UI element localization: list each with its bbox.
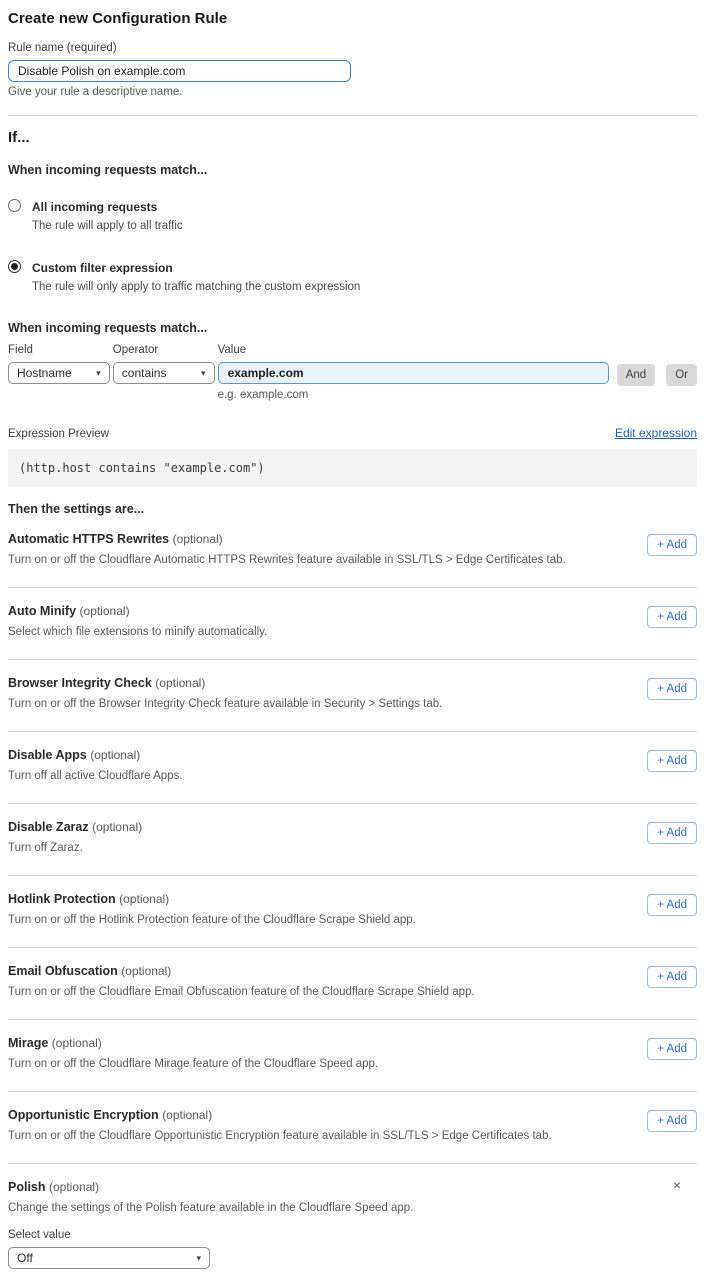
chevron-down-icon: ▾	[96, 369, 101, 378]
rule-name-label: Rule name (required)	[8, 42, 697, 54]
add-disable-zaraz-button[interactable]: + Add	[647, 822, 697, 844]
setting-title: Opportunistic Encryption (optional)	[8, 1108, 552, 1122]
setting-description: Turn on or off the Cloudflare Email Obfu…	[8, 986, 475, 998]
setting-name: Opportunistic Encryption	[8, 1108, 159, 1122]
optional-tag: (optional)	[49, 1180, 99, 1194]
radio-selected-icon[interactable]	[8, 260, 21, 273]
setting-name: Email Obfuscation	[8, 964, 118, 978]
if-heading: If...	[8, 129, 697, 146]
setting-name: Disable Zaraz	[8, 820, 89, 834]
optional-tag: (optional)	[173, 532, 223, 546]
optional-tag: (optional)	[90, 748, 140, 762]
optional-tag: (optional)	[92, 820, 142, 834]
setting-row-email-obfuscation: Email Obfuscation (optional) Turn on or …	[8, 948, 697, 1020]
field-label: Field	[8, 344, 110, 356]
operator-select-value: contains	[122, 366, 167, 380]
field-select[interactable]: Hostname ▾	[8, 362, 110, 384]
chevron-down-icon: ▾	[196, 1254, 201, 1263]
setting-name: Browser Integrity Check	[8, 676, 152, 690]
setting-title: Mirage (optional)	[8, 1036, 378, 1050]
and-button[interactable]: And	[617, 364, 655, 386]
setting-title: Browser Integrity Check (optional)	[8, 676, 442, 690]
add-auto-minify-button[interactable]: + Add	[647, 606, 697, 628]
optional-tag: (optional)	[80, 604, 130, 618]
setting-title: Disable Apps (optional)	[8, 748, 183, 762]
setting-description: Change the settings of the Polish featur…	[8, 1202, 697, 1214]
radio-option-all-incoming-requests[interactable]: All incoming requests The rule will appl…	[8, 198, 697, 232]
setting-title: Email Obfuscation (optional)	[8, 964, 475, 978]
setting-row-opportunistic-encryption: Opportunistic Encryption (optional) Turn…	[8, 1092, 697, 1164]
expression-preview-code: (http.host contains "example.com")	[8, 449, 697, 487]
add-opportunistic-encryption-button[interactable]: + Add	[647, 1110, 697, 1132]
rule-name-input[interactable]	[8, 60, 351, 82]
setting-row-auto-minify: Auto Minify (optional) Select which file…	[8, 588, 697, 660]
setting-description: Turn off Zaraz.	[8, 842, 142, 854]
setting-name: Automatic HTTPS Rewrites	[8, 532, 169, 546]
setting-name: Auto Minify	[8, 604, 76, 618]
optional-tag: (optional)	[155, 676, 205, 690]
page-title: Create new Configuration Rule	[8, 10, 697, 27]
value-label: Value	[218, 344, 609, 356]
incoming-requests-match-heading: When incoming requests match...	[8, 163, 697, 177]
value-helper: e.g. example.com	[218, 389, 609, 401]
setting-name: Mirage	[8, 1036, 48, 1050]
polish-value-select[interactable]: Off ▾	[8, 1247, 210, 1269]
setting-description: Turn on or off the Hotlink Protection fe…	[8, 914, 416, 926]
add-automatic-https-rewrites-button[interactable]: + Add	[647, 534, 697, 556]
radio-unselected-icon[interactable]	[8, 199, 21, 212]
edit-expression-link[interactable]: Edit expression	[615, 426, 697, 440]
close-icon[interactable]: ×	[673, 1178, 681, 1192]
setting-row-disable-apps: Disable Apps (optional) Turn off all act…	[8, 732, 697, 804]
polish-select-value: Off	[17, 1251, 33, 1265]
add-hotlink-protection-button[interactable]: + Add	[647, 894, 697, 916]
field-select-value: Hostname	[17, 366, 72, 380]
create-configuration-rule-page: Create new Configuration Rule Rule name …	[0, 0, 705, 1269]
setting-description: Turn on or off the Cloudflare Automatic …	[8, 554, 566, 566]
add-disable-apps-button[interactable]: + Add	[647, 750, 697, 772]
section-divider	[8, 115, 697, 116]
setting-title: Hotlink Protection (optional)	[8, 892, 416, 906]
setting-name: Polish	[8, 1180, 46, 1194]
radio-option-label: All incoming requests	[32, 200, 157, 214]
add-email-obfuscation-button[interactable]: + Add	[647, 966, 697, 988]
expression-builder-heading: When incoming requests match...	[8, 321, 697, 335]
add-browser-integrity-check-button[interactable]: + Add	[647, 678, 697, 700]
or-button[interactable]: Or	[666, 364, 697, 386]
radio-option-label: Custom filter expression	[32, 261, 173, 275]
setting-title: Disable Zaraz (optional)	[8, 820, 142, 834]
expression-builder-row: Field Hostname ▾ Operator contains ▾ Val…	[8, 344, 697, 401]
optional-tag: (optional)	[52, 1036, 102, 1050]
setting-row-disable-zaraz: Disable Zaraz (optional) Turn off Zaraz.…	[8, 804, 697, 876]
setting-title: Auto Minify (optional)	[8, 604, 267, 618]
setting-row-mirage: Mirage (optional) Turn on or off the Clo…	[8, 1020, 697, 1092]
setting-row-automatic-https-rewrites: Automatic HTTPS Rewrites (optional) Turn…	[8, 516, 697, 588]
setting-description: Turn on or off the Browser Integrity Che…	[8, 698, 442, 710]
setting-title: Polish (optional)	[8, 1180, 697, 1194]
setting-row-browser-integrity-check: Browser Integrity Check (optional) Turn …	[8, 660, 697, 732]
rule-name-helper: Give your rule a descriptive name.	[8, 86, 697, 98]
operator-select[interactable]: contains ▾	[113, 362, 215, 384]
setting-description: Turn on or off the Cloudflare Opportunis…	[8, 1130, 552, 1142]
radio-option-description: The rule will apply to all traffic	[32, 220, 183, 232]
setting-name: Hotlink Protection	[8, 892, 116, 906]
optional-tag: (optional)	[121, 964, 171, 978]
value-input[interactable]	[218, 362, 609, 384]
chevron-down-icon: ▾	[201, 369, 206, 378]
polish-select-label: Select value	[8, 1229, 697, 1241]
setting-title: Automatic HTTPS Rewrites (optional)	[8, 532, 566, 546]
setting-row-polish: × Polish (optional) Change the settings …	[8, 1164, 697, 1269]
setting-name: Disable Apps	[8, 748, 87, 762]
radio-option-custom-filter-expression[interactable]: Custom filter expression The rule will o…	[8, 259, 697, 293]
then-settings-heading: Then the settings are...	[8, 502, 697, 516]
optional-tag: (optional)	[162, 1108, 212, 1122]
operator-label: Operator	[113, 344, 215, 356]
setting-description: Turn on or off the Cloudflare Mirage fea…	[8, 1058, 378, 1070]
expression-preview-label: Expression Preview	[8, 428, 109, 440]
optional-tag: (optional)	[119, 892, 169, 906]
setting-description: Select which file extensions to minify a…	[8, 626, 267, 638]
radio-option-description: The rule will only apply to traffic matc…	[32, 281, 360, 293]
setting-row-hotlink-protection: Hotlink Protection (optional) Turn on or…	[8, 876, 697, 948]
setting-description: Turn off all active Cloudflare Apps.	[8, 770, 183, 782]
add-mirage-button[interactable]: + Add	[647, 1038, 697, 1060]
